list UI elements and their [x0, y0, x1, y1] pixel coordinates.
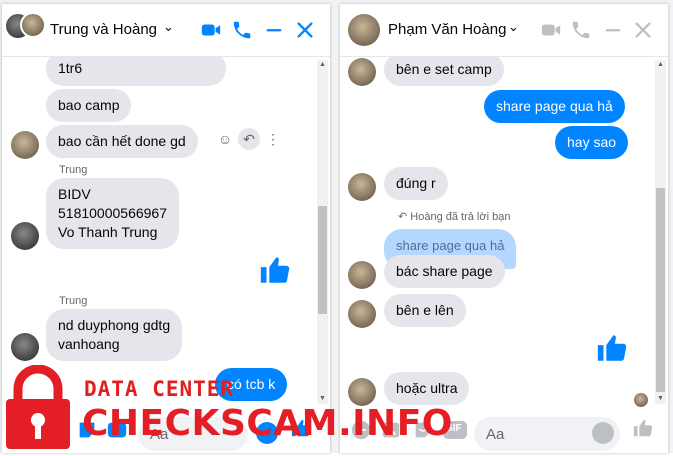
avatar	[11, 333, 39, 361]
phone-icon[interactable]	[231, 19, 253, 41]
chevron-down-icon[interactable]: ⌄	[163, 19, 174, 35]
scroll-thumb[interactable]	[318, 206, 327, 314]
like-button-icon[interactable]	[632, 417, 654, 439]
like-button-icon[interactable]	[290, 417, 312, 439]
minimize-icon[interactable]	[263, 19, 285, 41]
sticker-icon[interactable]	[76, 419, 98, 441]
chat-header[interactable]: Trung và Hoàng ⌄	[2, 4, 330, 57]
message-bubble: bao camp	[46, 89, 132, 122]
message-actions: ☺ ↶ ⋮	[214, 128, 286, 152]
emoji-icon[interactable]	[256, 422, 278, 444]
message-bubble-own: hay sao	[555, 126, 629, 159]
like-icon	[595, 331, 629, 365]
message-bubble: bác share page	[384, 255, 505, 288]
phone-icon[interactable]	[570, 19, 592, 41]
chat-title[interactable]: Trung và Hoàng	[50, 21, 157, 38]
emoji-icon[interactable]	[592, 422, 614, 444]
reply-arrow-icon: ↶	[398, 211, 411, 223]
message-bubble: đúng r	[384, 167, 448, 200]
message-bubble: nd duyphong gdtg vanhoang	[46, 309, 183, 361]
image-icon[interactable]	[380, 419, 402, 441]
avatar	[11, 131, 39, 159]
chat-title[interactable]: Phạm Văn Hoàng	[388, 21, 506, 38]
emoji-react-icon[interactable]: ☺	[214, 128, 236, 150]
gif-label: GIF	[445, 423, 462, 434]
scroll-up-arrow[interactable]: ▲	[317, 60, 328, 70]
message-bubble: bên e set camp	[384, 57, 504, 86]
scroll-up-arrow[interactable]: ▲	[655, 60, 666, 70]
composer	[2, 409, 330, 453]
message-list[interactable]: bên e set camp share page qua hả hay sao…	[340, 57, 668, 409]
plus-icon[interactable]	[350, 419, 372, 441]
chat-window-left: Trung và Hoàng ⌄ 1tr6 bao camp bao cần h…	[2, 4, 330, 453]
chevron-down-icon[interactable]: ⌄	[508, 19, 519, 35]
composer: GIF	[340, 409, 668, 453]
scrollbar[interactable]: ▲ ▼	[317, 60, 328, 404]
group-avatar-front	[20, 12, 46, 38]
message-bubble: BIDV 51810000566967 Vo Thanh Trung	[46, 178, 180, 249]
like-icon[interactable]	[258, 253, 292, 287]
more-icon[interactable]: ⋮	[262, 128, 284, 150]
message-bubble: 1tr6	[46, 57, 226, 86]
message-list[interactable]: 1tr6 bao camp bao cần hết done gd ☺ ↶ ⋮ Tr…	[2, 57, 330, 409]
close-icon[interactable]	[294, 19, 316, 41]
avatar	[348, 300, 376, 328]
gif-icon[interactable]: GIF	[442, 419, 468, 441]
avatar	[348, 378, 376, 406]
avatar	[348, 58, 376, 86]
gif-icon[interactable]	[106, 419, 128, 441]
avatar	[348, 173, 376, 201]
sticker-icon[interactable]	[412, 419, 434, 441]
minimize-icon[interactable]	[602, 19, 624, 41]
seen-indicator	[634, 393, 648, 407]
video-icon[interactable]	[540, 19, 562, 41]
scroll-thumb[interactable]	[656, 188, 665, 392]
chat-window-right: Phạm Văn Hoàng ⌄ bên e set camp share pa…	[340, 4, 668, 453]
chat-header[interactable]: Phạm Văn Hoàng ⌄	[340, 4, 668, 57]
scroll-down-arrow[interactable]: ▼	[317, 394, 328, 404]
message-bubble: bao cần hết done gd	[46, 125, 198, 158]
scrollbar[interactable]: ▲ ▼	[655, 60, 666, 404]
message-bubble: hoặc ultra	[384, 372, 470, 405]
scroll-down-arrow[interactable]: ▼	[655, 394, 666, 404]
sender-name: Trung	[59, 164, 88, 176]
reply-icon[interactable]: ↶	[238, 128, 260, 150]
message-input[interactable]	[138, 417, 248, 451]
sender-name: Trung	[59, 295, 88, 307]
message-bubble-own: share page qua hả	[484, 90, 625, 123]
reply-note: ↶ Hoàng đã trả lời bạn	[398, 211, 511, 223]
message-bubble-own: có tcb k	[215, 368, 288, 401]
message-bubble: bên e lên	[384, 294, 466, 327]
contact-avatar	[348, 14, 380, 46]
avatar	[11, 222, 39, 250]
video-icon[interactable]	[200, 19, 222, 41]
avatar	[348, 261, 376, 289]
close-icon[interactable]	[632, 19, 654, 41]
